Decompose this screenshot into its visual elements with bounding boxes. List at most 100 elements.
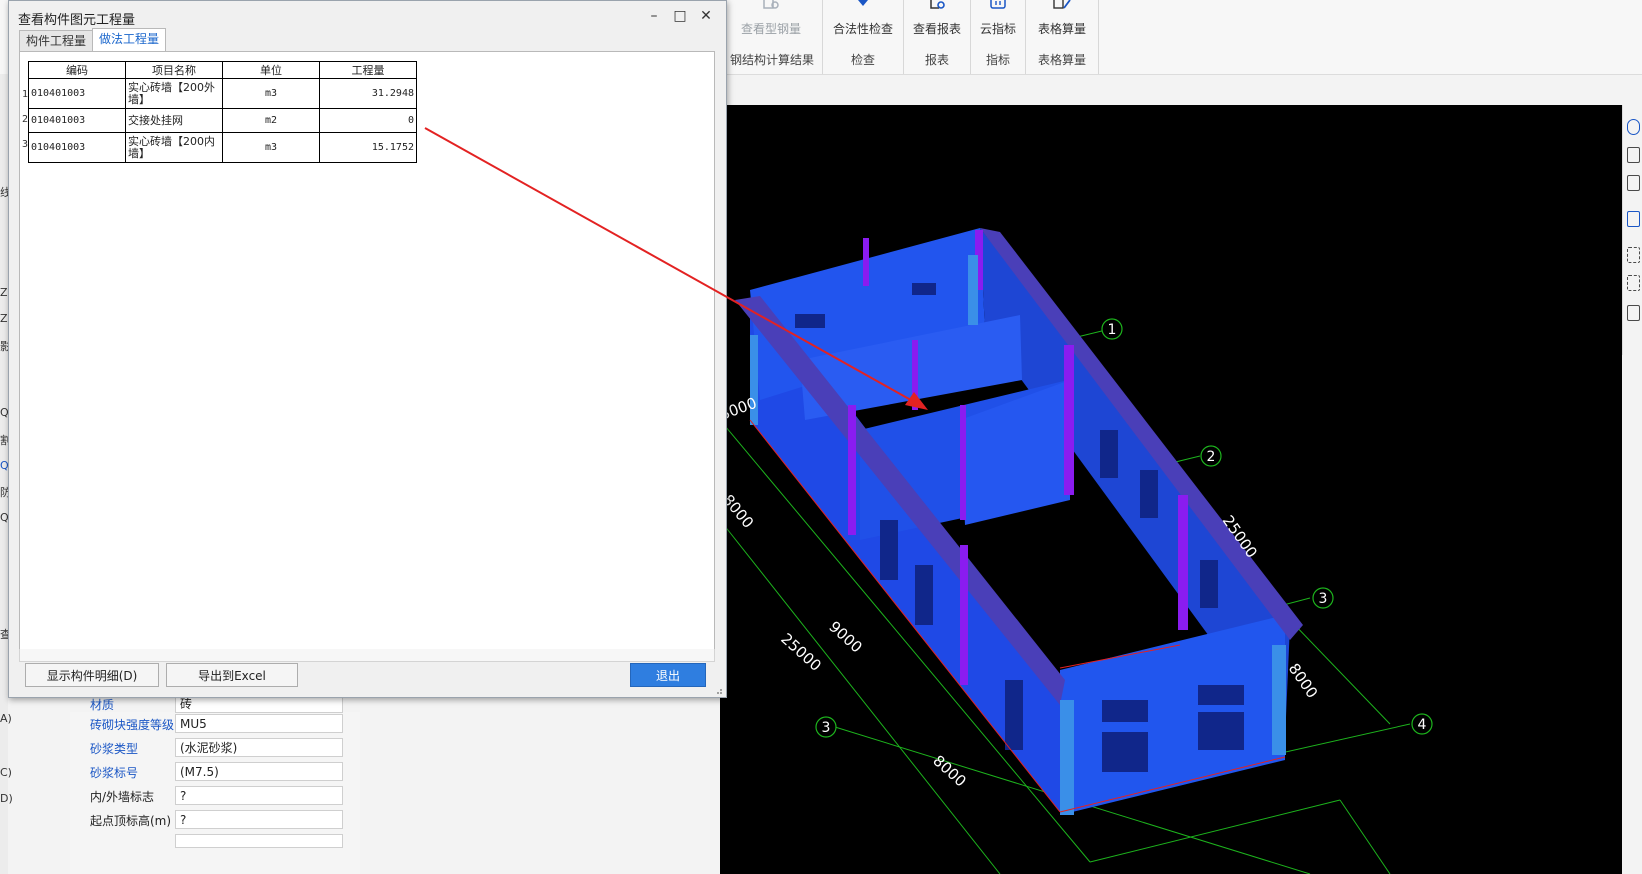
column-header[interactable]: 工程量 <box>319 61 417 79</box>
table-calc-group-label: 表格算量 <box>1037 53 1086 67</box>
list-icon[interactable] <box>1627 305 1640 321</box>
cell-quantity[interactable]: 0 <box>319 108 417 133</box>
property-row: 砂浆标号 (M7.5) <box>70 760 360 784</box>
property-row: 内/外墙标志 ? <box>70 784 360 808</box>
close-button[interactable]: ✕ <box>697 7 715 25</box>
property-value[interactable]: MU5 <box>175 714 343 733</box>
property-name: 内/外墙标志 <box>90 790 155 804</box>
cube-icon[interactable] <box>1627 175 1640 191</box>
properties-panel: 材质 砖 砖砌块强度等级 MU5 砂浆类型 (水泥砂浆) 砂浆标号 (M7.5)… <box>70 694 360 874</box>
dimension-label: 8000 <box>1285 660 1322 702</box>
cell-code[interactable]: 010401003 <box>28 78 126 109</box>
check-icon <box>858 0 868 6</box>
axis-label: 3 <box>822 720 831 736</box>
cell-name[interactable]: 交接处挂网 <box>125 108 223 133</box>
cloud-index-icon <box>990 0 1006 9</box>
table-row[interactable]: 010401003 实心砖墙【200外墙】 m3 31.2948 <box>28 78 417 109</box>
cell-unit[interactable]: m3 <box>222 78 320 109</box>
column-header[interactable]: 单位 <box>222 61 320 79</box>
table-calc-label: 表格算量 <box>1037 22 1086 36</box>
legality-check-label: 合法性检查 <box>832 22 893 36</box>
view-report-button[interactable]: 查看报表 <box>906 0 968 37</box>
dimension-label: 25000 <box>777 630 825 675</box>
layer-icon[interactable] <box>1627 211 1640 227</box>
dimension-label: 9000 <box>825 618 865 657</box>
view-report-label: 查看报表 <box>912 22 961 36</box>
dimension-label: 8000 <box>929 752 969 791</box>
property-name: 砂浆标号 <box>90 766 139 780</box>
cell-unit[interactable]: m3 <box>222 132 320 163</box>
property-value[interactable]: ? <box>175 810 343 829</box>
report-group-label: 报表 <box>924 53 949 67</box>
3d-model-scene: 1 2 3 3 4 8000 9000 25000 8000 25000 800… <box>720 228 1433 874</box>
cell-quantity[interactable]: 31.2948 <box>319 78 417 109</box>
table-row[interactable]: 010401003 实心砖墙【200内墙】 m3 15.1752 <box>28 132 417 163</box>
property-row: 起点顶标高(m) ? <box>70 808 360 832</box>
legality-check-button[interactable]: 合法性检查 <box>827 0 899 37</box>
tab-method-quantity[interactable]: 做法工程量 <box>92 28 167 52</box>
property-value[interactable]: (水泥砂浆) <box>175 738 343 757</box>
quantity-dialog: 查看构件图元工程量 – □ ✕ 构件工程量 做法工程量 1 2 3 编码 项目名… <box>8 0 727 698</box>
left-panel-fragment: C) <box>0 766 12 779</box>
property-row: 砂浆类型 (水泥砂浆) <box>70 736 360 760</box>
horizontal-scrollbar[interactable] <box>19 649 715 662</box>
3d-viewport[interactable]: 1 2 3 3 4 8000 9000 25000 8000 25000 800… <box>720 105 1622 874</box>
select-box-icon[interactable] <box>1627 247 1640 263</box>
exit-button[interactable]: 退出 <box>630 663 706 687</box>
cloud-index-label: 云指标 <box>979 22 1016 36</box>
left-panel-strip: 线 Z) Z) 影 Q 割 Q 防 Q 查 A) C) D) <box>0 74 13 874</box>
left-panel-fragment: A) <box>0 712 12 725</box>
axis-label: 1 <box>1108 322 1117 338</box>
show-detail-button[interactable]: 显示构件明细(D) <box>25 663 159 687</box>
cell-unit[interactable]: m2 <box>222 108 320 133</box>
cell-code[interactable]: 010401003 <box>28 108 126 133</box>
property-name: 砂浆类型 <box>90 742 139 756</box>
rotate-icon[interactable] <box>1627 275 1640 291</box>
right-toolbar <box>1622 105 1642 355</box>
index-group-label: 指标 <box>985 53 1010 67</box>
property-name: 材质 <box>90 698 115 712</box>
ribbon-group-report: 查看报表 报表 <box>904 0 971 74</box>
resize-grip-icon[interactable] <box>715 687 723 695</box>
steel-view-icon <box>763 0 779 9</box>
axis-label: 3 <box>1319 591 1328 607</box>
ribbon-group-check: 合法性检查 检查 <box>823 0 904 74</box>
view-steel-label: 查看型钢量 <box>740 22 801 36</box>
table-row[interactable]: 010401003 交接处挂网 m2 0 <box>28 108 417 133</box>
ribbon-group-table-calc: 表格算量 表格算量 <box>1026 0 1099 74</box>
report-icon <box>930 0 945 9</box>
cell-quantity[interactable]: 15.1752 <box>319 132 417 163</box>
cell-name[interactable]: 实心砖墙【200内墙】 <box>125 132 223 163</box>
cell-name[interactable]: 实心砖墙【200外墙】 <box>125 78 223 109</box>
property-name: 砖砌块强度等级 <box>90 718 175 732</box>
property-name: 起点顶标高(m) <box>90 814 172 828</box>
table-edit-icon <box>1053 0 1071 9</box>
steel-result-group-label: 钢结构计算结果 <box>729 53 814 67</box>
axis-label: 4 <box>1418 717 1427 733</box>
cell-code[interactable]: 010401003 <box>28 132 126 163</box>
column-header[interactable]: 项目名称 <box>125 61 223 79</box>
tab-component-quantity[interactable]: 构件工程量 <box>19 30 94 51</box>
export-excel-button[interactable]: 导出到Excel <box>166 663 298 687</box>
check-group-label: 检查 <box>850 53 875 67</box>
property-value[interactable]: (M7.5) <box>175 762 343 781</box>
zoom-icon[interactable] <box>1627 147 1640 163</box>
tab-panel: 1 2 3 编码 项目名称 单位 工程量 010401003 实心砖墙【200外… <box>19 51 715 651</box>
ribbon-group-index: 云指标 指标 <box>971 0 1026 74</box>
column-header[interactable]: 编码 <box>28 61 126 79</box>
maximize-button[interactable]: □ <box>671 7 689 25</box>
property-row <box>70 832 360 856</box>
ribbon-group-steel-result: 查看型钢量 钢结构计算结果 <box>722 0 823 74</box>
view-steel-button[interactable]: 查看型钢量 <box>726 0 816 37</box>
left-panel-fragment: D) <box>0 792 13 805</box>
minimize-button[interactable]: – <box>645 7 663 25</box>
dialog-title: 查看构件图元工程量 <box>18 13 136 28</box>
quantity-table: 编码 项目名称 单位 工程量 010401003 实心砖墙【200外墙】 m3 … <box>28 61 417 163</box>
property-value[interactable]: ? <box>175 786 343 805</box>
table-calc-button[interactable]: 表格算量 <box>1030 0 1094 37</box>
view-icon[interactable] <box>1627 119 1640 135</box>
cloud-index-button[interactable]: 云指标 <box>973 0 1023 37</box>
property-row: 砖砌块强度等级 MU5 <box>70 712 360 736</box>
axis-label: 2 <box>1207 449 1216 465</box>
property-value[interactable] <box>175 834 343 848</box>
